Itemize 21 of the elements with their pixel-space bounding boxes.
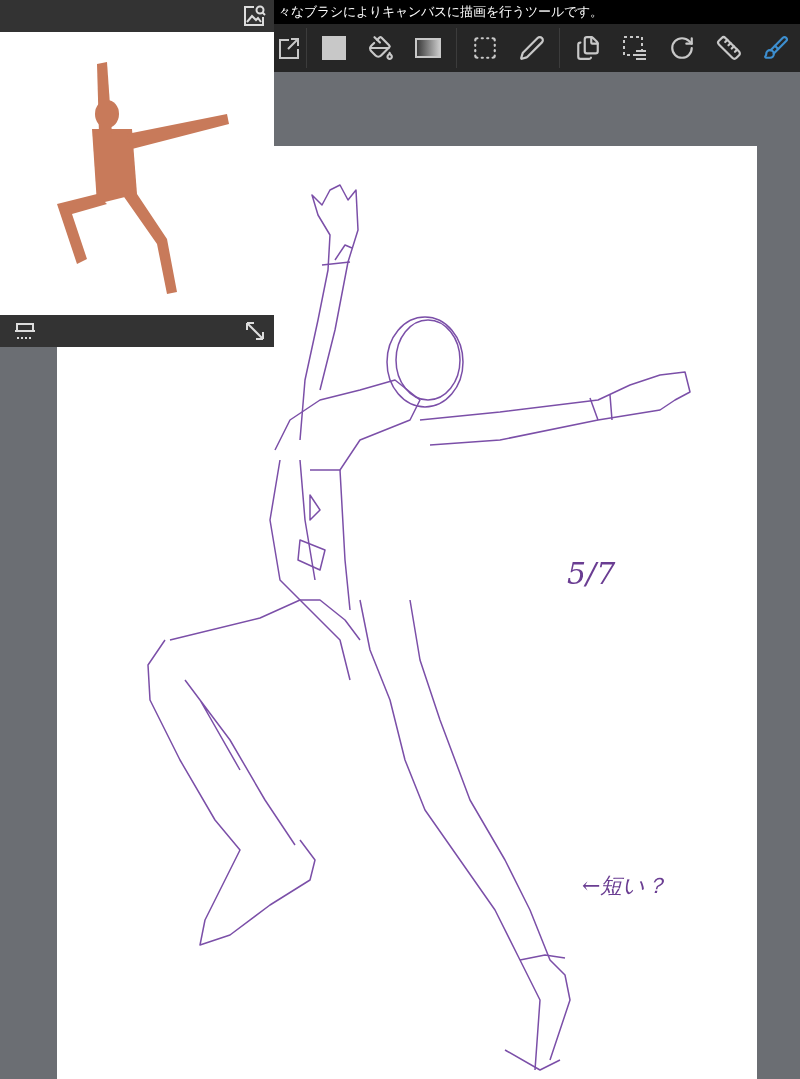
image-search-button[interactable]	[242, 4, 266, 28]
status-message: 々なブラシによりキャンバスに描画を行うツールです。	[278, 3, 603, 21]
drawing-canvas[interactable]: 5/7 ←短い？	[57, 146, 757, 1079]
handwritten-note: ←短い？	[582, 872, 668, 900]
fit-button[interactable]	[14, 322, 36, 340]
brush-icon	[763, 35, 790, 61]
fit-frame-icon	[14, 322, 36, 340]
rotate-icon	[669, 35, 696, 61]
dashed-rectangle-icon	[471, 35, 498, 61]
gradient-icon	[415, 38, 442, 58]
layers-icon	[574, 35, 601, 61]
resize-button[interactable]	[244, 320, 266, 342]
paint-bucket-icon	[368, 35, 395, 61]
resize-arrows-icon	[244, 320, 266, 342]
color-swatch-icon	[321, 35, 348, 61]
image-search-icon	[242, 4, 266, 28]
ruler-icon	[716, 35, 743, 61]
pen-icon	[518, 35, 545, 61]
selection-menu-icon	[622, 35, 648, 61]
export-icon	[278, 37, 299, 59]
handwritten-note: 5/7	[567, 556, 616, 591]
